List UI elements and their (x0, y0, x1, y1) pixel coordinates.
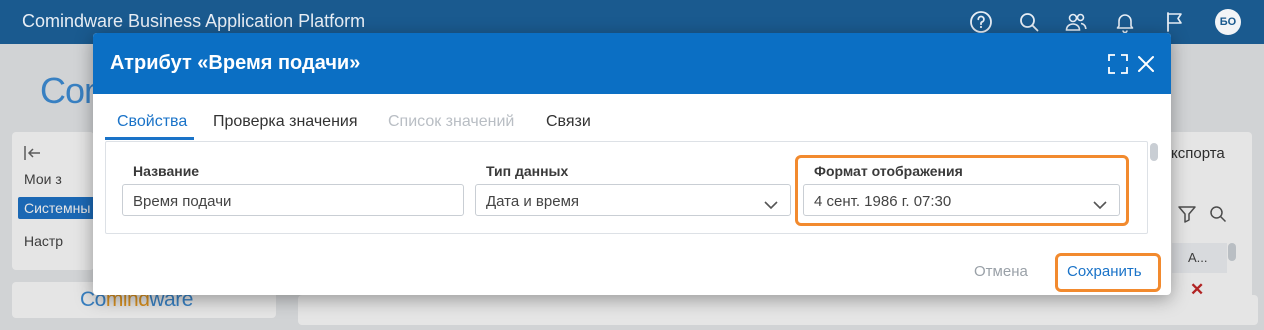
tab-properties[interactable]: Свойства (117, 113, 187, 131)
dialog-header: Атрибут «Время подачи» (93, 33, 1171, 94)
close-icon[interactable] (1135, 53, 1157, 75)
cancel-button[interactable]: Отмена (974, 263, 1028, 280)
active-tab-indicator (105, 137, 194, 140)
search-icon[interactable] (1017, 10, 1041, 34)
form-scrollbar[interactable] (1150, 143, 1158, 161)
attribute-dialog: Атрибут «Время подачи» Свойства Проверка… (93, 33, 1171, 295)
display-format-highlight (795, 155, 1129, 226)
name-label: Название (133, 163, 200, 179)
help-icon[interactable] (969, 10, 993, 34)
name-input[interactable]: Время подачи (122, 184, 464, 216)
flag-icon[interactable] (1163, 10, 1187, 34)
tab-value-list: Список значений (388, 113, 515, 130)
tab-links[interactable]: Связи (546, 113, 591, 131)
tab-value-validation[interactable]: Проверка значения (213, 113, 358, 131)
users-icon[interactable] (1064, 10, 1088, 34)
expand-icon[interactable] (1107, 53, 1129, 75)
save-button-highlight (1055, 253, 1161, 292)
chevron-down-icon (764, 197, 778, 214)
app-title: Comindware Business Application Platform (22, 11, 366, 31)
dialog-title: Атрибут «Время подачи» (110, 52, 361, 74)
data-type-select[interactable]: Дата и время (475, 184, 791, 216)
bell-icon[interactable] (1113, 10, 1137, 34)
user-avatar[interactable]: БО (1215, 9, 1241, 35)
data-type-value: Дата и время (486, 193, 580, 210)
data-type-label: Тип данных (486, 163, 569, 179)
